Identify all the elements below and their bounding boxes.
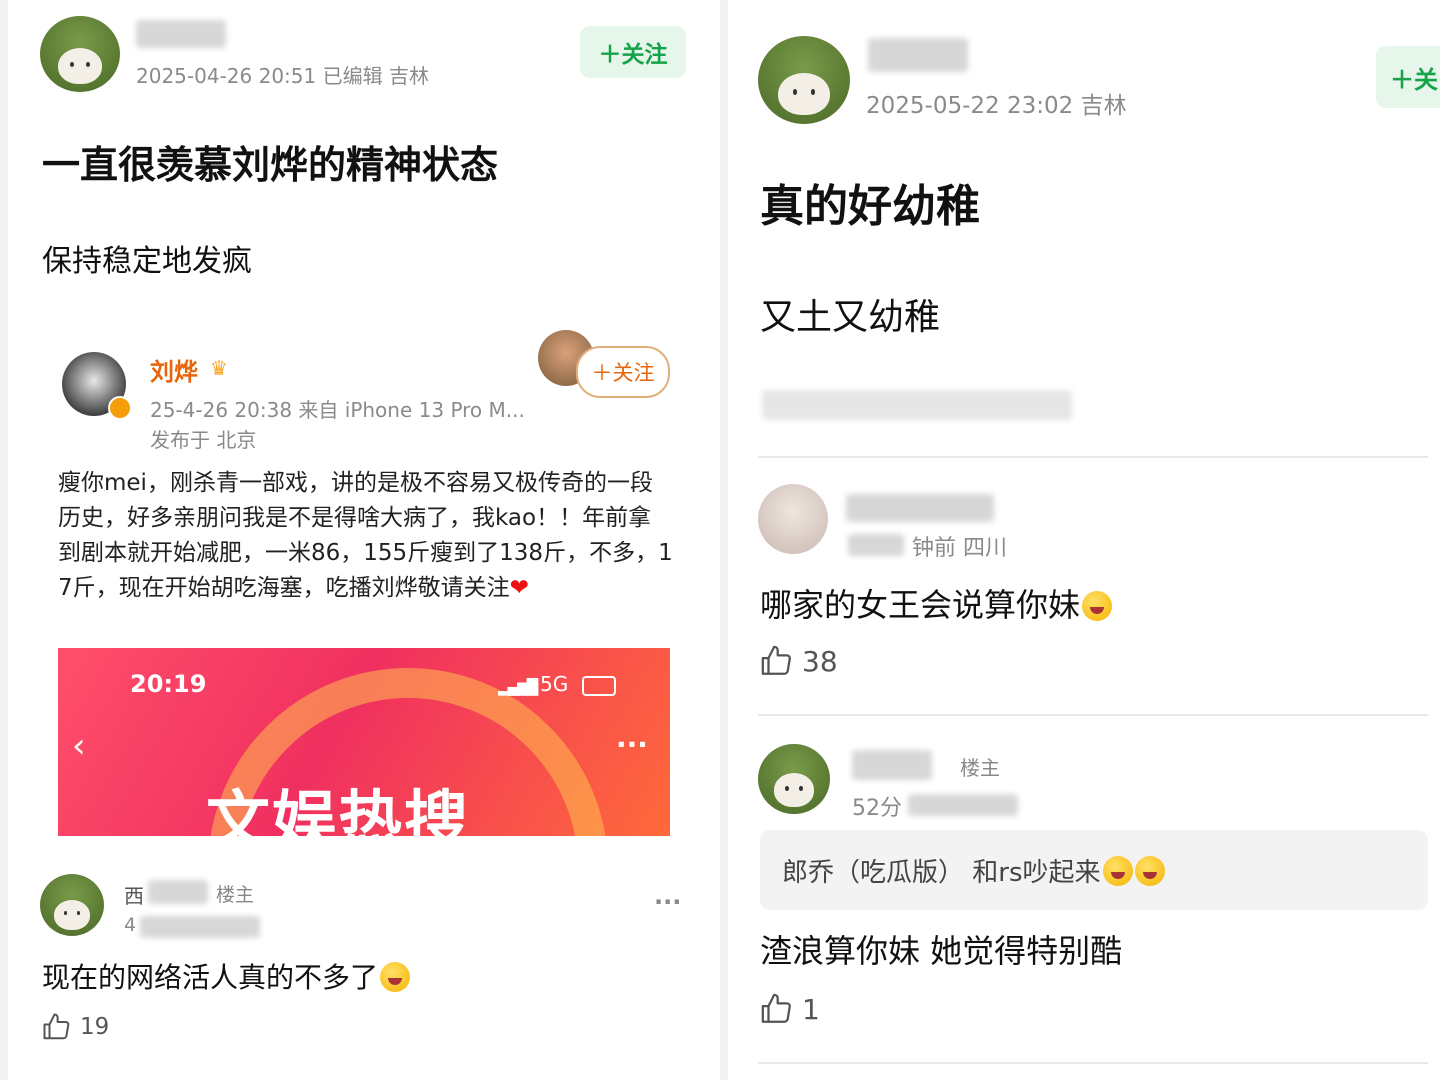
banner-network: 5G: [540, 672, 569, 696]
heart-icon: ❤: [509, 575, 529, 601]
comment-like-button[interactable]: 38: [760, 644, 838, 678]
divider: [758, 1062, 1428, 1064]
comment-avatar[interactable]: [40, 874, 104, 936]
crown-icon: ♛: [210, 356, 228, 380]
blurred-comment-meta: [140, 916, 260, 938]
comment-more-icon[interactable]: ···: [654, 888, 681, 916]
post-subtitle: 又土又幼稚: [760, 297, 941, 338]
embed-meta: 25-4-26 20:38 来自 iPhone 13 Pro M...: [150, 398, 525, 422]
laughing-emoji-icon: [380, 962, 411, 992]
blurred-commenter-name: [852, 750, 932, 780]
divider: [758, 714, 1428, 716]
comment-meta: 52分: [852, 796, 902, 821]
user-avatar[interactable]: [758, 36, 850, 124]
embed-follow-button[interactable]: ＋关注: [576, 346, 670, 398]
banner-status-time: 20:19: [130, 670, 207, 698]
more-icon[interactable]: ···: [616, 728, 648, 761]
embed-location: 发布于 北京: [150, 428, 257, 452]
blurred-comment-meta: [908, 794, 1018, 816]
follow-button[interactable]: ＋关注: [580, 26, 686, 78]
divider: [758, 456, 1428, 458]
signal-icon: ▂▄▆█: [498, 678, 538, 696]
back-chevron-icon[interactable]: ‹: [72, 726, 86, 766]
comment-text: 渣浪算你妹 她觉得特别酷: [760, 932, 1123, 970]
comment-text: 哪家的女王会说算你妹: [760, 580, 1113, 626]
banner-title: 文娱热搜: [206, 785, 470, 836]
blurred-commenter-name: [846, 494, 994, 522]
rofl-emoji-icon: [1082, 591, 1113, 621]
follow-button[interactable]: ＋关: [1376, 46, 1440, 108]
thumbs-up-icon: [43, 1013, 70, 1040]
comment-text: 现在的网络活人真的不多了: [42, 956, 411, 996]
post-meta: 2025-04-26 20:51 已编辑 吉林: [136, 64, 429, 88]
blurred-content: [762, 390, 1072, 420]
embed-body-text: 瘦你mei，刚杀青一部戏，讲的是极不容易又极传奇的一段历史，好多亲朋问我是不是得…: [58, 470, 673, 601]
commenter-avatar[interactable]: [758, 744, 830, 814]
rofl-emoji-icon: [1134, 856, 1165, 886]
post-title: 真的好幼稚: [760, 181, 980, 232]
like-count: 1: [802, 992, 820, 1026]
comment-like-button[interactable]: 19: [42, 1012, 109, 1042]
thumbs-up-icon: [761, 993, 791, 1023]
comment-author-name[interactable]: 西: [124, 880, 144, 909]
blurred-comment-author: [148, 880, 208, 904]
thumbs-up-icon: [761, 645, 791, 675]
op-badge: 楼主: [960, 756, 1000, 780]
grinning-sweat-emoji-icon: [1102, 856, 1133, 886]
comment-meta: 钟前 四川: [912, 536, 1007, 561]
quoted-reply-box[interactable]: 郎乔（吃瓜版） 和rs吵起来: [760, 830, 1428, 910]
op-badge: 楼主: [216, 884, 255, 906]
quoted-reply-text: 郎乔（吃瓜版） 和rs吵起来: [782, 852, 1165, 889]
post-subtitle: 保持稳定地发疯: [42, 244, 252, 279]
hot-search-banner[interactable]: 20:19 ▂▄▆█ 5G ‹ ··· 文娱热搜: [58, 648, 670, 836]
blurred-username: [868, 38, 968, 72]
comment-like-button[interactable]: 1: [760, 992, 820, 1026]
post-title: 一直很羡慕刘烨的精神状态: [42, 143, 499, 187]
post-meta: 2025-05-22 23:02 吉林: [866, 93, 1127, 119]
like-count: 19: [80, 1014, 110, 1040]
blurred-username: [136, 20, 226, 48]
like-count: 38: [802, 644, 838, 678]
embed-author-name[interactable]: 刘烨: [150, 352, 198, 387]
verified-badge-icon: [108, 396, 132, 420]
comment-time: 4: [124, 914, 137, 936]
left-screenshot-panel: 2025-04-26 20:51 已编辑 吉林 ＋关注 一直很羡慕刘烨的精神状态…: [8, 0, 720, 1080]
right-screenshot-panel: 2025-05-22 23:02 吉林 ＋关 真的好幼稚 又土又幼稚 钟前 四川…: [728, 0, 1440, 1080]
blurred-comment-time: [848, 534, 904, 556]
commenter-avatar[interactable]: [758, 484, 828, 554]
user-avatar[interactable]: [40, 16, 120, 92]
battery-icon: [582, 676, 616, 696]
